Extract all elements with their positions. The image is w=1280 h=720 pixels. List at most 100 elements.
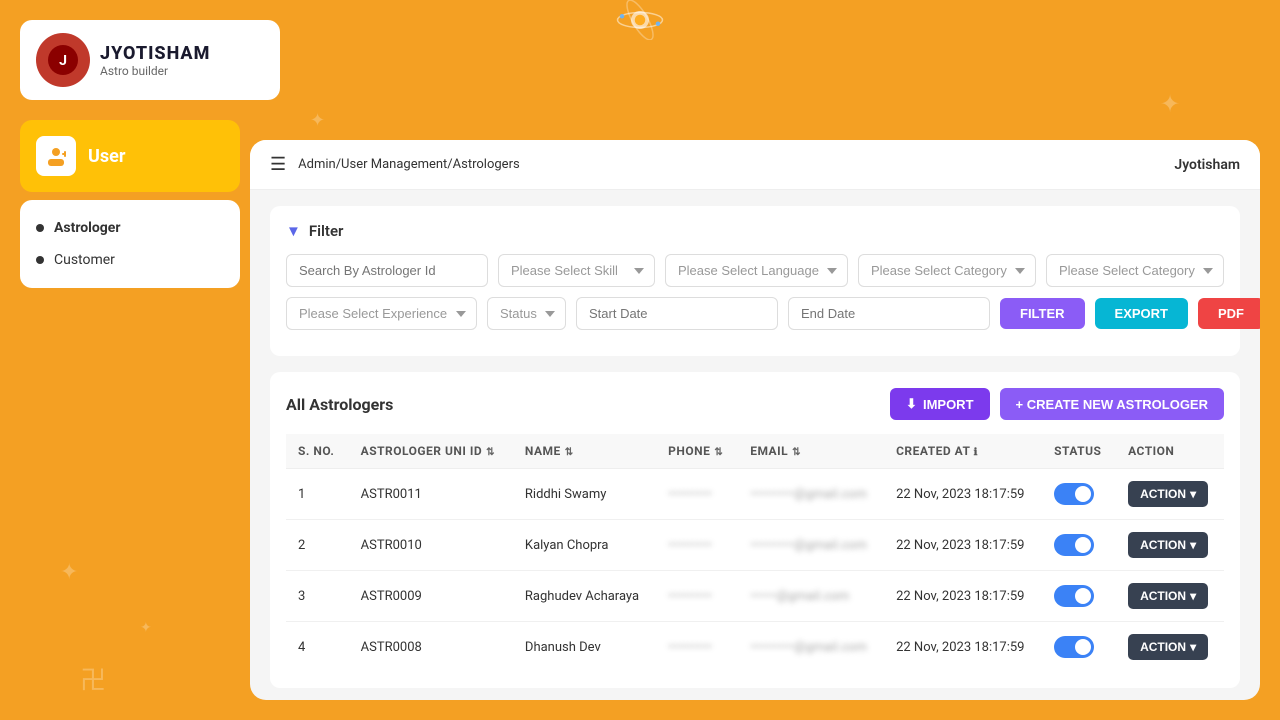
sidebar-item-customer[interactable]: Customer	[36, 244, 224, 276]
sidebar-dot-astrologer	[36, 224, 44, 232]
sidebar-item-astrologer[interactable]: Astrologer	[36, 212, 224, 244]
filter-row-1: Please Select Skill Please Select Langua…	[286, 254, 1224, 287]
cell-name-0: Riddhi Swamy	[513, 469, 656, 520]
table-section: All Astrologers ⬇ IMPORT + CREATE NEW AS…	[270, 372, 1240, 688]
cell-action-0[interactable]: ACTION ▾	[1116, 469, 1224, 520]
cell-email-2: ••••••@gmail.com	[738, 571, 884, 622]
filter-title: ▼ Filter	[286, 222, 1224, 240]
app-name: JYOTISHAM	[100, 43, 210, 64]
cell-name-3: Dhanush Dev	[513, 622, 656, 673]
col-email[interactable]: EMAIL⇅	[738, 434, 884, 469]
filter-label: Filter	[309, 222, 344, 240]
search-astrologer-input[interactable]	[286, 254, 488, 287]
pdf-button[interactable]: PDF	[1198, 298, 1260, 329]
cell-id-2: ASTR0009	[349, 571, 513, 622]
col-action: ACTION	[1116, 434, 1224, 469]
language-select[interactable]: Please Select Language	[665, 254, 848, 287]
chevron-down-icon: ▾	[1190, 538, 1196, 552]
table-header-row: S. NO. ASTROLOGER UNI ID⇅ NAME⇅ PHONE⇅ E…	[286, 434, 1224, 469]
category2-select[interactable]: Please Select Category	[1046, 254, 1224, 287]
cell-sno-3: 4	[286, 622, 349, 673]
topbar-user: Jyotisham	[1174, 157, 1240, 173]
cell-action-1[interactable]: ACTION ▾	[1116, 520, 1224, 571]
table-row: 2 ASTR0010 Kalyan Chopra •••••••••• ••••…	[286, 520, 1224, 571]
sidebar: User Astrologer Customer	[20, 120, 240, 700]
chevron-down-icon: ▾	[1190, 640, 1196, 654]
cell-id-0: ASTR0011	[349, 469, 513, 520]
cell-id-3: ASTR0008	[349, 622, 513, 673]
cell-created-2: 22 Nov, 2023 18:17:59	[884, 571, 1042, 622]
filter-icon: ▼	[286, 222, 301, 240]
table-row: 4 ASTR0008 Dhanush Dev •••••••••• ••••••…	[286, 622, 1224, 673]
cell-action-2[interactable]: ACTION ▾	[1116, 571, 1224, 622]
cell-sno-0: 1	[286, 469, 349, 520]
sidebar-label-astrologer: Astrologer	[54, 220, 120, 236]
cell-status-0[interactable]	[1042, 469, 1116, 520]
status-toggle-3[interactable]	[1054, 636, 1094, 658]
cell-created-0: 22 Nov, 2023 18:17:59	[884, 469, 1042, 520]
filter-row-2: Please Select Experience Status FILTER E…	[286, 297, 1224, 330]
astrologers-table: S. NO. ASTROLOGER UNI ID⇅ NAME⇅ PHONE⇅ E…	[286, 434, 1224, 672]
logo-bar: J JYOTISHAM Astro builder	[20, 20, 280, 100]
main-panel: ☰ Admin/User Management/Astrologers Jyot…	[250, 140, 1260, 700]
cell-sno-1: 2	[286, 520, 349, 571]
action-button-2[interactable]: ACTION ▾	[1128, 583, 1208, 609]
cell-created-1: 22 Nov, 2023 18:17:59	[884, 520, 1042, 571]
status-toggle-2[interactable]	[1054, 585, 1094, 607]
filter-button[interactable]: FILTER	[1000, 298, 1085, 329]
start-date-input[interactable]	[576, 297, 778, 330]
logo-icon: J	[36, 33, 90, 87]
cell-id-1: ASTR0010	[349, 520, 513, 571]
col-created[interactable]: CREATED AT ℹ	[884, 434, 1042, 469]
content-area: ▼ Filter Please Select Skill Please Sele…	[250, 190, 1260, 700]
cell-phone-0: ••••••••••	[656, 469, 738, 520]
app-tagline: Astro builder	[100, 64, 210, 78]
sidebar-label-customer: Customer	[54, 252, 115, 268]
cell-name-1: Kalyan Chopra	[513, 520, 656, 571]
sidebar-dot-customer	[36, 256, 44, 264]
import-button[interactable]: ⬇ IMPORT	[890, 388, 989, 420]
status-select[interactable]: Status	[487, 297, 566, 330]
cell-email-1: ••••••••••@gmail.com	[738, 520, 884, 571]
cell-sno-2: 3	[286, 571, 349, 622]
col-sno: S. NO.	[286, 434, 349, 469]
skill-select[interactable]: Please Select Skill	[498, 254, 655, 287]
experience-select[interactable]: Please Select Experience	[286, 297, 477, 330]
category1-select[interactable]: Please Select Category	[858, 254, 1036, 287]
cell-status-1[interactable]	[1042, 520, 1116, 571]
chevron-down-icon: ▾	[1190, 589, 1196, 603]
breadcrumb: Admin/User Management/Astrologers	[298, 157, 520, 172]
topbar: ☰ Admin/User Management/Astrologers Jyot…	[250, 140, 1260, 190]
table-header: All Astrologers ⬇ IMPORT + CREATE NEW AS…	[286, 388, 1224, 420]
cell-action-3[interactable]: ACTION ▾	[1116, 622, 1224, 673]
action-button-0[interactable]: ACTION ▾	[1128, 481, 1208, 507]
create-astrologer-button[interactable]: + CREATE NEW ASTROLOGER	[1000, 388, 1224, 420]
import-icon: ⬇	[906, 396, 917, 412]
chevron-down-icon: ▾	[1190, 487, 1196, 501]
cell-status-3[interactable]	[1042, 622, 1116, 673]
status-toggle-0[interactable]	[1054, 483, 1094, 505]
table-actions: ⬇ IMPORT + CREATE NEW ASTROLOGER	[890, 388, 1224, 420]
cell-status-2[interactable]	[1042, 571, 1116, 622]
end-date-input[interactable]	[788, 297, 990, 330]
sidebar-nav: Astrologer Customer	[20, 200, 240, 288]
sidebar-user-section: User	[20, 120, 240, 192]
cell-phone-3: ••••••••••	[656, 622, 738, 673]
col-phone[interactable]: PHONE⇅	[656, 434, 738, 469]
status-toggle-1[interactable]	[1054, 534, 1094, 556]
sidebar-user-label: User	[88, 146, 125, 167]
filter-section: ▼ Filter Please Select Skill Please Sele…	[270, 206, 1240, 356]
cell-email-3: ••••••••••@gmail.com	[738, 622, 884, 673]
export-button[interactable]: EXPORT	[1095, 298, 1188, 329]
col-id[interactable]: ASTROLOGER UNI ID⇅	[349, 434, 513, 469]
col-status: STATUS	[1042, 434, 1116, 469]
top-center-icon	[610, 0, 670, 49]
action-button-3[interactable]: ACTION ▾	[1128, 634, 1208, 660]
col-name[interactable]: NAME⇅	[513, 434, 656, 469]
cell-email-0: ••••••••••@gmail.com	[738, 469, 884, 520]
table-title: All Astrologers	[286, 395, 393, 414]
hamburger-icon[interactable]: ☰	[270, 154, 286, 175]
cell-phone-2: ••••••••••	[656, 571, 738, 622]
table-row: 3 ASTR0009 Raghudev Acharaya •••••••••• …	[286, 571, 1224, 622]
action-button-1[interactable]: ACTION ▾	[1128, 532, 1208, 558]
